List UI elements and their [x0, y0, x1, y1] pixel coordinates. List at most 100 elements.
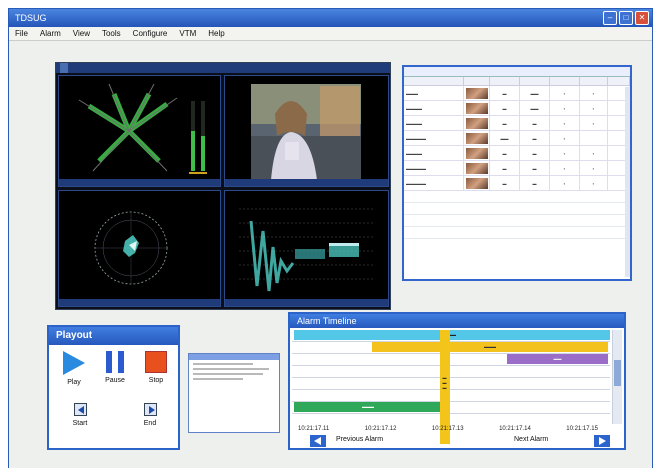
alarm-thumbnail [465, 133, 488, 144]
playout-panel: Playout Play Pause Stop Start End [47, 325, 180, 450]
table-row[interactable]: ▬▬▬▬▬▬▬▪▪ [404, 101, 630, 116]
start-icon [73, 403, 87, 416]
tick-label: 10:21:17.15 [566, 426, 598, 432]
empty-row [404, 203, 630, 215]
menu-alarm[interactable]: Alarm [40, 27, 61, 40]
alarm-thumbnail [465, 178, 488, 189]
log-line [193, 378, 243, 380]
next-alarm-icon[interactable] [594, 435, 610, 447]
timeline-area[interactable]: ▬▬ ▬▬▬ ▬▬ ▬▬▬ [292, 330, 610, 424]
playout-title: Playout [49, 327, 178, 345]
audio-meters-view[interactable] [58, 75, 221, 187]
alarm-thumbnail [465, 163, 488, 174]
menu-tools[interactable]: Tools [102, 27, 121, 40]
previous-alarm-label[interactable]: Previous Alarm [336, 436, 383, 443]
picture-footer [225, 179, 388, 186]
menu-vtm[interactable]: VTM [179, 27, 196, 40]
start-label: Start [72, 420, 88, 427]
end-button[interactable]: End [135, 403, 165, 427]
timeline-row: ▬▬▬ [292, 342, 610, 354]
stop-button[interactable]: Stop [141, 351, 171, 384]
alarm-table-scrollbar[interactable] [625, 87, 630, 277]
log-window-titlebar [189, 354, 279, 360]
tick-label: 10:21:17.12 [364, 426, 397, 432]
pause-label: Pause [105, 377, 125, 384]
menu-help[interactable]: Help [208, 27, 224, 40]
play-icon [63, 351, 85, 375]
stop-icon [145, 351, 167, 373]
window-controls: – □ ✕ [603, 11, 649, 25]
menu-view[interactable]: View [73, 27, 90, 40]
waveform-view[interactable] [224, 190, 389, 307]
title-bar[interactable]: TDSUG – □ ✕ [9, 9, 652, 27]
waveform-graphic [239, 208, 375, 292]
workspace: ▬▬▬ ▬ ▬▬ ▪ ▪ ▬▬▬▬ ▬ ▬▬ ▪ ▪ ▬▬▬▬ ▬ ▬ ▪ ▪ ▬▬▬▬▬ ▬▬ ▬ ▪ ▬▬… [9, 41, 652, 468]
timeline-row [292, 390, 610, 402]
alarm-navigation: Previous Alarm Next Alarm [310, 435, 610, 447]
table-row[interactable]: ▬▬▬▬▬▬▪▪ [404, 146, 630, 161]
alarm-bar[interactable]: ▬▬▬ [372, 342, 608, 352]
waveform-footer [225, 299, 388, 306]
pause-button[interactable]: Pause [99, 351, 131, 384]
timeline-row: ▬▬ [292, 354, 610, 366]
audio-meters-graphic [78, 83, 207, 174]
vectorscope-graphic [94, 211, 168, 285]
table-row[interactable]: ▬▬▬▬▬ ▬▬ ▬ ▪ [404, 131, 630, 146]
tick-label: 10:21:17.11 [298, 426, 330, 432]
picture-view[interactable] [224, 75, 389, 187]
menu-bar: File Alarm View Tools Configure VTM Help [9, 27, 652, 41]
log-line [193, 363, 253, 365]
alarm-table-columns [404, 77, 630, 86]
stop-label: Stop [148, 377, 164, 384]
log-line [193, 368, 269, 370]
table-row[interactable]: ▬▬▬▬▬▬▬▪▪ [404, 161, 630, 176]
minimize-icon[interactable]: – [603, 11, 617, 25]
table-row[interactable]: ▬▬▬▬▬▬▬▪▪ [404, 176, 630, 191]
video-monitor[interactable] [55, 62, 391, 310]
alarm-bar[interactable]: ▬▬▬ [294, 402, 442, 412]
alarm-thumbnail [465, 148, 488, 159]
pause-icon [106, 351, 124, 373]
empty-row [404, 227, 630, 239]
scrollbar-thumb[interactable] [614, 360, 621, 386]
timeline-row [292, 378, 610, 390]
previous-alarm-icon[interactable] [310, 435, 326, 447]
monitor-toolbar[interactable] [56, 63, 390, 73]
maximize-icon[interactable]: □ [619, 11, 633, 25]
end-icon [143, 403, 157, 416]
timeline-scrollbar[interactable] [612, 330, 622, 424]
alarm-timeline-panel: Alarm Timeline ▬▬ ▬▬▬ ▬▬ ▬▬▬ ▬▬▬ 10:21:1… [288, 312, 626, 450]
menu-configure[interactable]: Configure [133, 27, 168, 40]
timeline-row: ▬▬▬ [292, 402, 610, 414]
play-button[interactable]: Play [59, 351, 89, 386]
window-title: TDSUG [15, 13, 47, 23]
tick-label: 10:21:17.14 [499, 426, 531, 432]
table-row[interactable]: ▬▬▬▬▬▬▪▪ [404, 116, 630, 131]
main-window: TDSUG – □ ✕ File Alarm View Tools Config… [8, 8, 653, 468]
next-alarm-label[interactable]: Next Alarm [514, 436, 548, 443]
menu-file[interactable]: File [15, 27, 28, 40]
log-window[interactable] [188, 353, 280, 433]
timeline-axis: 10:21:17.11 10:21:17.12 10:21:17.13 10:2… [298, 426, 598, 432]
alarm-thumbnail [465, 88, 488, 99]
alarm-thumbnail [465, 118, 488, 129]
empty-row [404, 191, 630, 203]
alarm-bar[interactable]: ▬▬ [507, 354, 608, 364]
empty-row [404, 215, 630, 227]
vectorscope-footer [59, 299, 220, 306]
alarm-thumbnail [465, 103, 488, 114]
start-button[interactable]: Start [65, 403, 95, 427]
vectorscope-view[interactable] [58, 190, 221, 307]
end-label: End [143, 420, 157, 427]
close-icon[interactable]: ✕ [635, 11, 649, 25]
timeline-row [292, 366, 610, 378]
alarm-table[interactable]: ▬▬▬ ▬ ▬▬ ▪ ▪ ▬▬▬▬ ▬ ▬▬ ▪ ▪ ▬▬▬▬ ▬ ▬ ▪ ▪ ▬▬▬▬▬ ▬▬ ▬ ▪ ▬▬… [402, 65, 632, 281]
audio-meters-footer [59, 179, 220, 186]
log-line [193, 373, 263, 375]
tick-label: 10:21:17.13 [431, 426, 464, 432]
alarm-table-header [404, 67, 630, 77]
alarm-timeline-title: Alarm Timeline [290, 314, 624, 328]
table-row[interactable]: ▬▬▬▬▬▬▪▪ [404, 86, 630, 101]
video-picture [251, 84, 361, 180]
alarm-bar[interactable]: ▬▬ [294, 330, 610, 340]
